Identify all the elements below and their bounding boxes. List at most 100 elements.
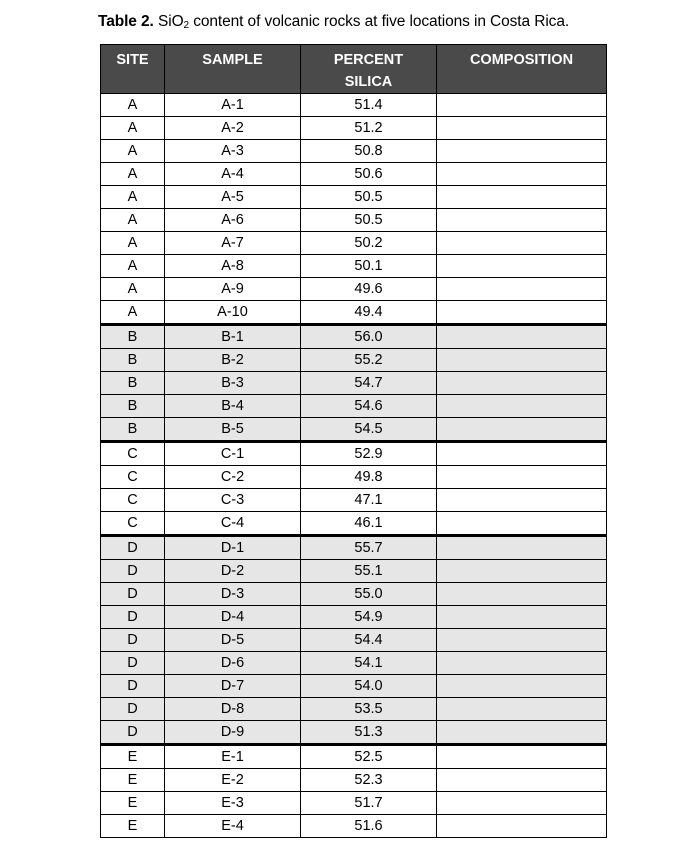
cell-percent-silica: 51.6: [300, 814, 437, 838]
cell-sample: C-4: [164, 511, 301, 536]
cell-composition[interactable]: [436, 674, 607, 698]
silica-table: SITE SAMPLE PERCENT SILICA COMPOSITION AA…: [100, 44, 607, 838]
table-caption: Table 2. SiO2 content of volcanic rocks …: [98, 13, 569, 31]
caption-text-2: content of volcanic rocks at five locati…: [189, 13, 570, 30]
cell-percent-silica: 54.7: [300, 371, 437, 395]
cell-percent-silica: 54.0: [300, 674, 437, 698]
cell-percent-silica: 50.5: [300, 208, 437, 232]
cell-composition[interactable]: [436, 791, 607, 815]
table-row: D D-7 54.0: [100, 674, 607, 698]
cell-sample: E-2: [164, 768, 301, 792]
cell-percent-silica: 52.5: [300, 743, 437, 769]
cell-site: E: [100, 814, 165, 838]
cell-composition[interactable]: [436, 582, 607, 606]
cell-percent-silica: 50.8: [300, 139, 437, 163]
cell-percent-silica: 50.5: [300, 185, 437, 209]
cell-composition[interactable]: [436, 511, 607, 536]
table-row: A A-1 51.4: [100, 93, 607, 117]
caption-label: Table 2.: [98, 13, 154, 30]
cell-sample: D-7: [164, 674, 301, 698]
table-row: A A-2 51.2: [100, 116, 607, 140]
table-row: D D-6 54.1: [100, 651, 607, 675]
table-row: E E-4 51.6: [100, 814, 607, 838]
cell-percent-silica: 54.4: [300, 628, 437, 652]
cell-sample: A-6: [164, 208, 301, 232]
cell-composition[interactable]: [436, 605, 607, 629]
cell-composition[interactable]: [436, 185, 607, 209]
cell-sample: C-2: [164, 465, 301, 489]
cell-composition[interactable]: [436, 559, 607, 583]
table-row: D D-9 51.3: [100, 720, 607, 745]
table-row: E E-1 52.5: [100, 743, 607, 769]
cell-composition[interactable]: [436, 277, 607, 301]
table-row: D D-4 54.9: [100, 605, 607, 629]
header-site: SITE: [100, 44, 165, 94]
cell-composition[interactable]: [436, 208, 607, 232]
cell-composition[interactable]: [436, 348, 607, 372]
cell-sample: E-3: [164, 791, 301, 815]
cell-percent-silica: 51.3: [300, 720, 437, 745]
cell-composition[interactable]: [436, 231, 607, 255]
cell-site: D: [100, 534, 165, 560]
cell-percent-silica: 54.1: [300, 651, 437, 675]
table-row: E E-2 52.3: [100, 768, 607, 792]
cell-composition[interactable]: [436, 768, 607, 792]
cell-site: E: [100, 791, 165, 815]
cell-site: B: [100, 394, 165, 418]
cell-composition[interactable]: [436, 323, 607, 349]
cell-sample: D-5: [164, 628, 301, 652]
cell-composition[interactable]: [436, 720, 607, 745]
table-row: E E-3 51.7: [100, 791, 607, 815]
cell-sample: B-4: [164, 394, 301, 418]
table-row: A A-9 49.6: [100, 277, 607, 301]
cell-composition[interactable]: [436, 743, 607, 769]
cell-site: D: [100, 582, 165, 606]
cell-composition[interactable]: [436, 534, 607, 560]
cell-site: A: [100, 277, 165, 301]
cell-site: C: [100, 440, 165, 466]
cell-sample: A-2: [164, 116, 301, 140]
cell-site: A: [100, 208, 165, 232]
table-row: D D-1 55.7: [100, 534, 607, 560]
cell-percent-silica: 55.1: [300, 559, 437, 583]
cell-sample: D-6: [164, 651, 301, 675]
cell-composition[interactable]: [436, 116, 607, 140]
cell-site: E: [100, 768, 165, 792]
cell-site: A: [100, 185, 165, 209]
cell-composition[interactable]: [436, 628, 607, 652]
cell-sample: A-9: [164, 277, 301, 301]
cell-sample: D-1: [164, 534, 301, 560]
cell-site: A: [100, 93, 165, 117]
cell-composition[interactable]: [436, 488, 607, 512]
cell-composition[interactable]: [436, 651, 607, 675]
cell-percent-silica: 54.9: [300, 605, 437, 629]
cell-site: D: [100, 651, 165, 675]
cell-percent-silica: 50.1: [300, 254, 437, 278]
cell-sample: A-4: [164, 162, 301, 186]
cell-percent-silica: 50.6: [300, 162, 437, 186]
table-row: A A-8 50.1: [100, 254, 607, 278]
header-sample: SAMPLE: [164, 44, 301, 94]
table-row: A A-4 50.6: [100, 162, 607, 186]
cell-composition[interactable]: [436, 371, 607, 395]
cell-site: A: [100, 139, 165, 163]
cell-composition[interactable]: [436, 697, 607, 721]
cell-composition[interactable]: [436, 162, 607, 186]
cell-composition[interactable]: [436, 139, 607, 163]
cell-percent-silica: 55.2: [300, 348, 437, 372]
table-row: C C-2 49.8: [100, 465, 607, 489]
cell-percent-silica: 56.0: [300, 323, 437, 349]
cell-composition[interactable]: [436, 93, 607, 117]
cell-composition[interactable]: [436, 394, 607, 418]
cell-sample: E-1: [164, 743, 301, 769]
table-row: A A-3 50.8: [100, 139, 607, 163]
cell-composition[interactable]: [436, 300, 607, 325]
table-row: C C-4 46.1: [100, 511, 607, 536]
cell-composition[interactable]: [436, 814, 607, 838]
table-body: A A-1 51.4 A A-2 51.2 A A-3 50.8 A A-4 50.6 A A-5 50.5…: [100, 93, 607, 838]
cell-site: D: [100, 559, 165, 583]
cell-composition[interactable]: [436, 440, 607, 466]
cell-composition[interactable]: [436, 417, 607, 442]
cell-composition[interactable]: [436, 465, 607, 489]
cell-composition[interactable]: [436, 254, 607, 278]
